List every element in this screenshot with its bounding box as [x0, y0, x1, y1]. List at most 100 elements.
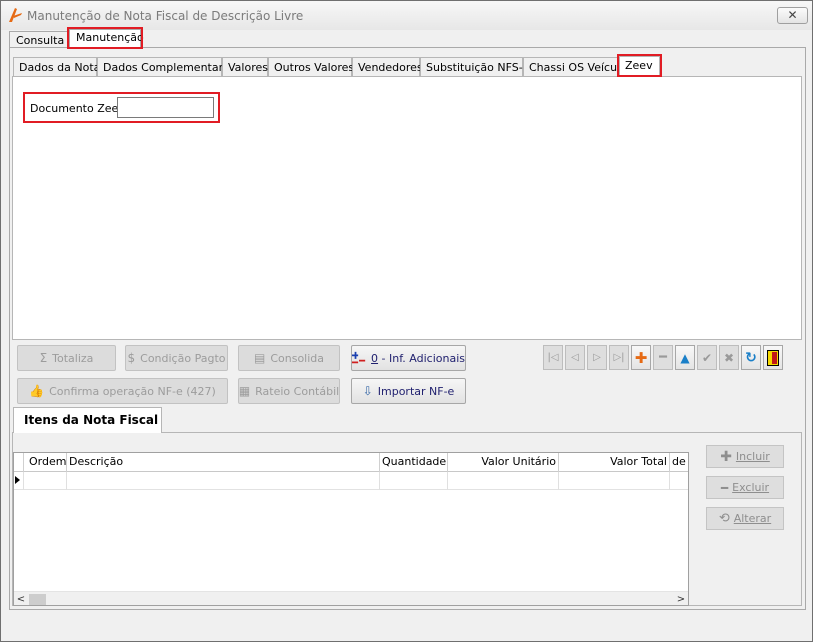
- inf-adicionais-button[interactable]: 0 - Inf. Adicionais: [351, 345, 466, 371]
- exit-button[interactable]: [763, 345, 783, 370]
- importar-nfe-button[interactable]: ⇩ Importar NF-e: [351, 378, 466, 404]
- items-tab-label: Itens da Nota Fiscal: [24, 413, 159, 427]
- column-header-valor-unitario[interactable]: Valor Unitário: [448, 453, 559, 472]
- edit-icon: ▲: [680, 350, 690, 365]
- post-record-button[interactable]: ✔: [697, 345, 717, 370]
- cell-ordem[interactable]: [24, 472, 67, 490]
- cancel-record-button[interactable]: ✖: [719, 345, 739, 370]
- condicao-pagto-label: Condição Pagto: [140, 351, 226, 365]
- tab-label: Vendedores: [358, 61, 423, 74]
- importar-nfe-label: Importar NF-e: [377, 384, 455, 398]
- tab-outros-valores[interactable]: Outros Valores: [268, 57, 355, 77]
- column-header-de[interactable]: de: [670, 453, 688, 472]
- tab-label: Valores: [228, 61, 268, 74]
- scroll-left-icon[interactable]: <: [14, 593, 28, 605]
- tab-consulta-label: Consulta: [16, 34, 65, 47]
- thumbs-up-icon: 👍: [29, 384, 45, 398]
- items-grid[interactable]: Ordem Descrição Quantidade Valor Unitári…: [13, 452, 689, 606]
- change-icon: ⟲: [718, 511, 730, 526]
- tab-chassi-os-veiculo[interactable]: Chassi OS Veículo: [523, 57, 627, 77]
- first-icon: |◁: [547, 352, 559, 363]
- close-button[interactable]: ✕: [777, 7, 808, 24]
- current-row-icon: [15, 476, 20, 484]
- grid-header: Ordem Descrição Quantidade Valor Unitári…: [14, 453, 688, 472]
- main-window: Manutenção de Nota Fiscal de Descrição L…: [0, 0, 813, 642]
- tab-substituicao-nfse[interactable]: Substituição NFS-e: [420, 57, 529, 77]
- document-icon: ▦: [238, 384, 251, 398]
- next-record-button[interactable]: ▷: [587, 345, 607, 370]
- column-header-ordem[interactable]: Ordem: [24, 453, 67, 472]
- info-add-icon: [352, 351, 366, 364]
- incluir-button[interactable]: ✚ Incluir: [706, 445, 784, 468]
- zeev-document-group: Documento Zeev: [23, 92, 220, 123]
- scroll-thumb[interactable]: [29, 594, 46, 605]
- horizontal-scrollbar[interactable]: < >: [14, 591, 688, 605]
- refresh-button[interactable]: ↻: [741, 345, 761, 370]
- last-record-button[interactable]: ▷|: [609, 345, 629, 370]
- first-record-button[interactable]: |◁: [543, 345, 563, 370]
- confirma-operacao-button[interactable]: 👍 Confirma operação NF-e (427): [17, 378, 228, 404]
- last-icon: ▷|: [613, 352, 625, 363]
- sigma-icon: Σ: [39, 351, 48, 365]
- tab-manutencao[interactable]: Manutenção: [67, 27, 144, 49]
- alterar-button[interactable]: ⟲ Alterar: [706, 507, 784, 530]
- prior-icon: ◁: [571, 352, 579, 363]
- tab-label: Substituição NFS-e: [426, 61, 530, 74]
- totaliza-button[interactable]: Σ Totaliza: [17, 345, 116, 371]
- tab-label: Outros Valores: [274, 61, 355, 74]
- refresh-icon: ↻: [745, 349, 757, 366]
- consolida-label: Consolida: [270, 351, 325, 365]
- column-header-quantidade[interactable]: Quantidade: [380, 453, 448, 472]
- cancel-icon: ✖: [723, 350, 735, 365]
- excluir-button[interactable]: ━ Excluir: [706, 476, 784, 499]
- tab-label: Dados da Nota: [19, 61, 101, 74]
- tab-dados-complementares[interactable]: Dados Complementares: [97, 57, 235, 77]
- tab-dados-da-nota[interactable]: Dados da Nota: [13, 57, 101, 77]
- import-icon: ⇩: [362, 384, 373, 398]
- consolidate-icon: ▤: [253, 351, 266, 365]
- add-icon: ✚: [720, 448, 732, 465]
- tab-itens-nota-fiscal[interactable]: Itens da Nota Fiscal: [13, 407, 162, 433]
- app-logo-icon: [9, 8, 22, 22]
- inf-adicionais-count: 0: [371, 351, 379, 365]
- title-bar: Manutenção de Nota Fiscal de Descrição L…: [1, 1, 812, 30]
- excluir-label: Excluir: [732, 481, 770, 494]
- rateio-contabil-label: Rateio Contábil: [255, 384, 340, 398]
- consolida-button[interactable]: ▤ Consolida: [238, 345, 340, 371]
- tab-label: Chassi OS Veículo: [529, 61, 627, 74]
- indicator-column-header: [14, 453, 24, 472]
- insert-icon: ✚: [634, 348, 648, 367]
- edit-record-button[interactable]: ▲: [675, 345, 695, 370]
- cell-valor-unitario[interactable]: [448, 472, 559, 490]
- prior-record-button[interactable]: ◁: [565, 345, 585, 370]
- exit-icon: [767, 349, 779, 366]
- tab-zeev[interactable]: Zeev: [617, 54, 662, 77]
- tab-label: Dados Complementares: [103, 61, 236, 74]
- totaliza-label: Totaliza: [52, 351, 94, 365]
- column-header-valor-total[interactable]: Valor Total: [559, 453, 670, 472]
- row-indicator: [14, 472, 24, 490]
- alterar-label: Alterar: [733, 512, 772, 525]
- tab-manutencao-label: Manutenção: [76, 31, 144, 44]
- inf-adicionais-label: - Inf. Adicionais: [378, 351, 465, 365]
- dollar-icon: $: [127, 351, 136, 365]
- column-header-descricao[interactable]: Descrição: [67, 453, 380, 472]
- cell-valor-total[interactable]: [559, 472, 670, 490]
- delete-icon: ━: [659, 350, 667, 365]
- cell-descricao[interactable]: [67, 472, 380, 490]
- condicao-pagto-button[interactable]: $ Condição Pagto: [125, 345, 228, 371]
- post-icon: ✔: [701, 350, 713, 365]
- cell-quantidade[interactable]: [380, 472, 448, 490]
- close-icon: ✕: [787, 8, 798, 22]
- tab-valores[interactable]: Valores: [222, 57, 268, 77]
- scroll-right-icon[interactable]: >: [674, 593, 688, 605]
- delete-record-button[interactable]: ━: [653, 345, 673, 370]
- next-icon: ▷: [593, 352, 601, 363]
- insert-record-button[interactable]: ✚: [631, 345, 651, 370]
- rateio-contabil-button[interactable]: ▦ Rateio Contábil: [238, 378, 340, 404]
- tab-vendedores[interactable]: Vendedores: [352, 57, 423, 77]
- zeev-document-input[interactable]: [117, 97, 214, 118]
- table-row[interactable]: [14, 472, 688, 490]
- remove-icon: ━: [720, 480, 729, 495]
- confirma-operacao-label: Confirma operação NF-e (427): [49, 384, 216, 398]
